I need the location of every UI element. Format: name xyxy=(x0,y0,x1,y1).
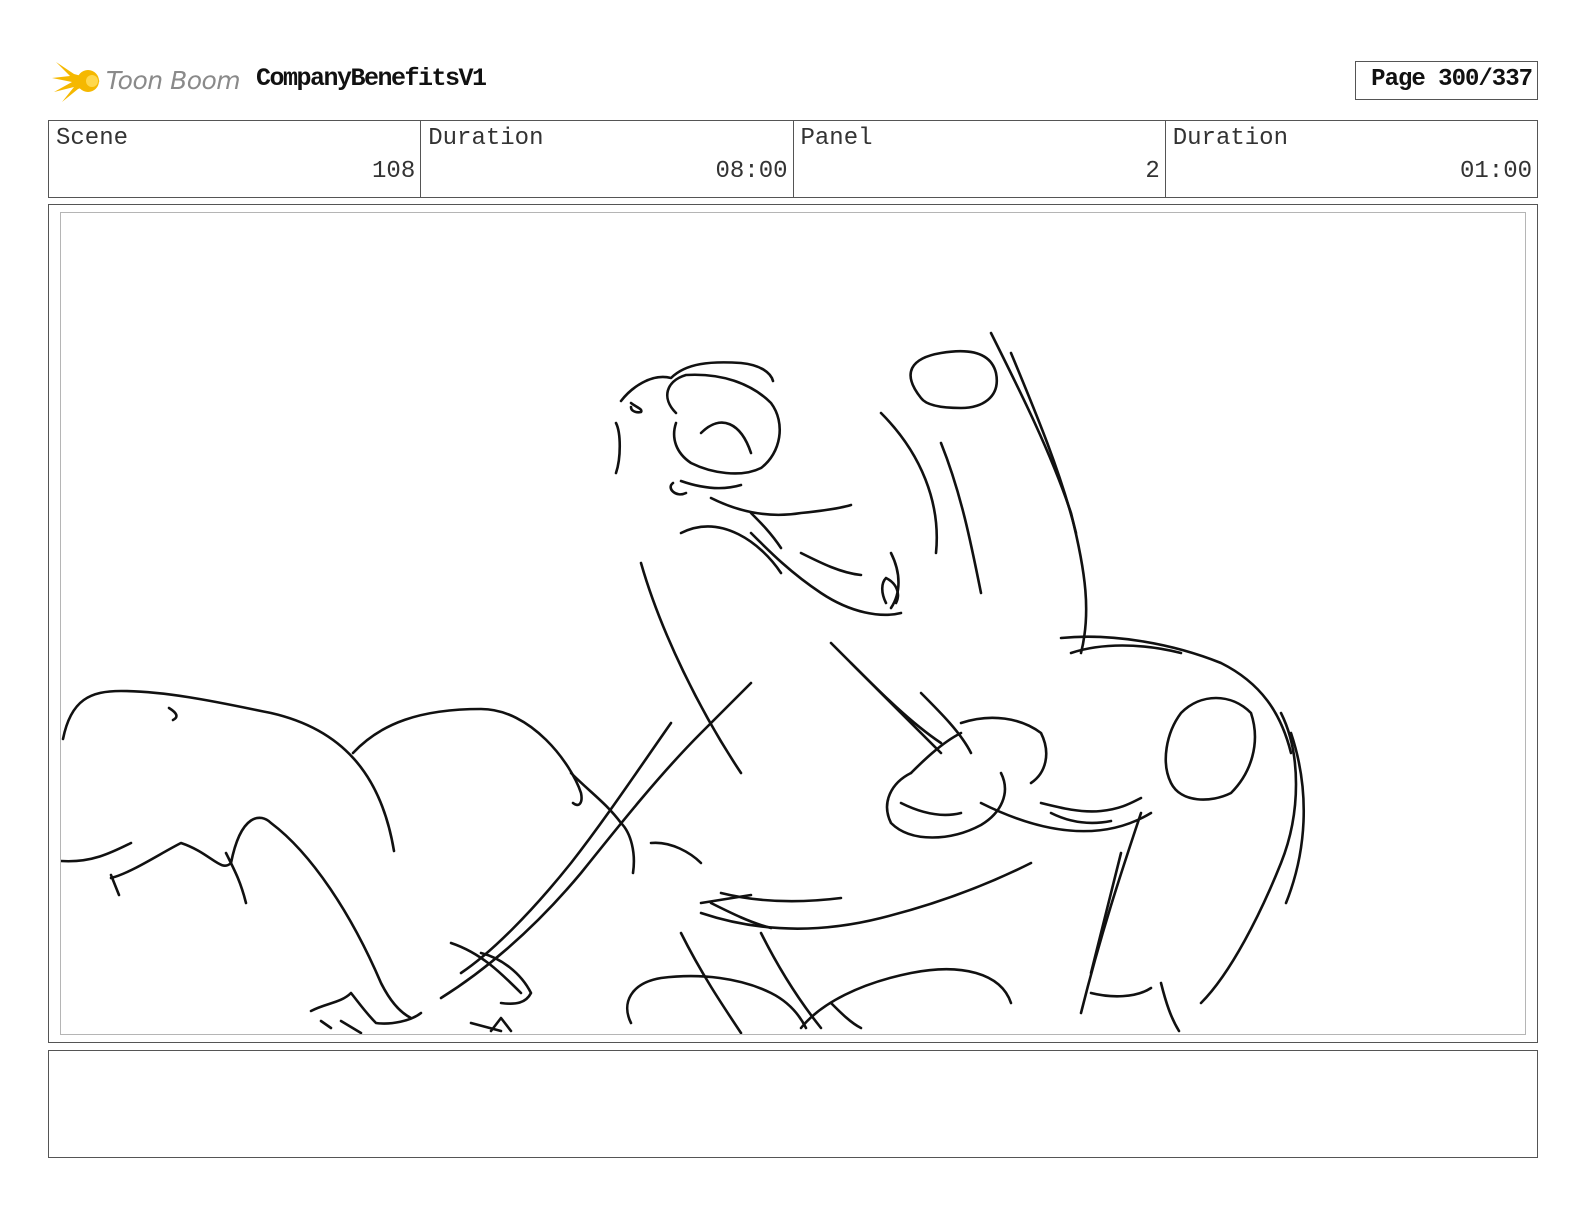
panel-cell: Panel 2 xyxy=(794,121,1166,197)
toon-boom-logo: Toon Boom xyxy=(52,56,242,106)
panel-label: Panel xyxy=(800,125,873,152)
storyboard-panel-frame xyxy=(48,204,1538,1043)
panel-duration-value: 01:00 xyxy=(1459,158,1532,185)
scene-cell: Scene 108 xyxy=(49,121,422,197)
scene-duration-cell: Duration 08:00 xyxy=(421,121,794,197)
project-title: CompanyBenefitsV1 xyxy=(256,64,487,93)
scene-duration-value: 08:00 xyxy=(715,158,788,185)
scene-label: Scene xyxy=(56,125,129,152)
panel-notes-box xyxy=(48,1050,1538,1158)
scene-value: 108 xyxy=(372,158,416,185)
sketch-drawing xyxy=(61,331,1306,1034)
storyboard-panel-image xyxy=(60,212,1526,1035)
panel-value: 2 xyxy=(1145,158,1160,185)
logo-text: Toon Boom xyxy=(106,66,241,95)
panel-duration-label: Duration xyxy=(1172,125,1288,152)
scene-duration-label: Duration xyxy=(428,125,544,152)
sun-burst-icon xyxy=(52,62,100,102)
panel-duration-cell: Duration 01:00 xyxy=(1166,121,1537,197)
panel-info-row: Scene 108 Duration 08:00 Panel 2 Duratio… xyxy=(48,120,1538,198)
page-indicator: Page 300/337 xyxy=(1355,61,1538,100)
